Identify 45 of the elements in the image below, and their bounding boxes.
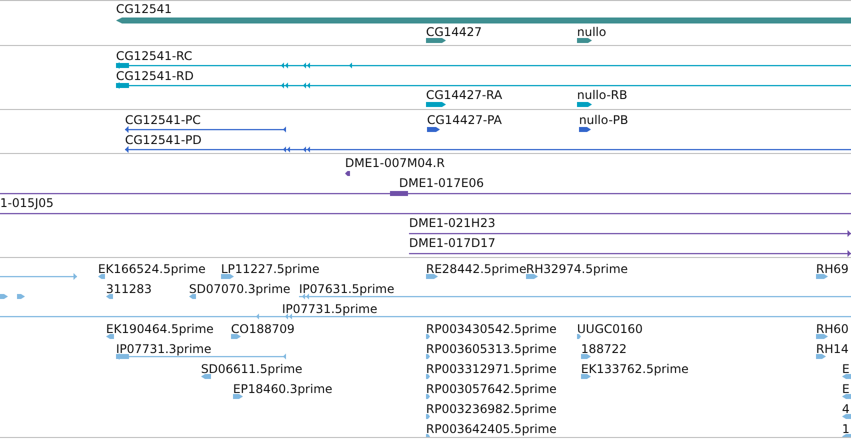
feature-label: DME1-021H23	[409, 216, 496, 230]
feature-label: RP003430542.5prime	[426, 322, 557, 336]
feature-label: 4	[842, 402, 850, 416]
feature-label: DME1-017D17	[409, 236, 496, 250]
feature-label: CG12541-PC	[125, 113, 201, 127]
feature-label: RP003605313.5prime	[426, 342, 557, 356]
feature-label: RE28442.5prime	[426, 262, 526, 276]
feature-label: EK133762.5prime	[581, 362, 689, 376]
feature-label: CG12541-PD	[125, 133, 202, 147]
feature-label: 1	[842, 422, 850, 436]
feature-label: RP003236982.5prime	[426, 402, 557, 416]
feature-label: IP07731.3prime	[116, 342, 212, 356]
feature-label: UUGC0160	[577, 322, 643, 336]
feature-label: CG12541-RC	[116, 49, 192, 63]
feature-label: EK166524.5prime	[98, 262, 206, 276]
feature-label: DME1-007M04.R	[345, 156, 445, 170]
feature-label: IP07631.5prime	[299, 282, 394, 296]
feature-label: IP07731.5prime	[282, 302, 378, 316]
feature-label: E	[842, 382, 850, 396]
feature-label: CG12541-RD	[116, 69, 194, 83]
feature-label: RH14	[816, 342, 849, 356]
feature-label: nullo-PB	[579, 113, 628, 127]
feature-label: CG14427-RA	[426, 88, 502, 102]
feature-label: SD06611.5prime	[201, 362, 302, 376]
feature-label: 188722	[581, 342, 627, 356]
feature-label: RP003057642.5prime	[426, 382, 557, 396]
feature-label: RP003642405.5prime	[426, 422, 557, 436]
feature-label: CG14427	[426, 25, 482, 39]
feature-label: RH32974.5prime	[526, 262, 628, 276]
feature-label: 1-015J05	[0, 196, 54, 210]
feature-label: CG12541	[116, 2, 172, 16]
feature-label: 311283	[106, 282, 152, 296]
feature-label: SD07070.3prime	[189, 282, 290, 296]
feature-label: nullo-RB	[577, 88, 628, 102]
feature-label: DME1-017E06	[399, 176, 484, 190]
feature-label: EK190464.5prime	[106, 322, 214, 336]
feature-label: RP003312971.5prime	[426, 362, 557, 376]
feature-label: E	[842, 362, 850, 376]
feature-label: CG14427-PA	[427, 113, 502, 127]
feature-label: RH60	[816, 322, 849, 336]
feature-label: CO188709	[231, 322, 295, 336]
feature-label: EP18460.3prime	[233, 382, 332, 396]
feature-label: LP11227.5prime	[221, 262, 320, 276]
feature-label: nullo	[577, 25, 606, 39]
feature-label: RH69	[816, 262, 849, 276]
